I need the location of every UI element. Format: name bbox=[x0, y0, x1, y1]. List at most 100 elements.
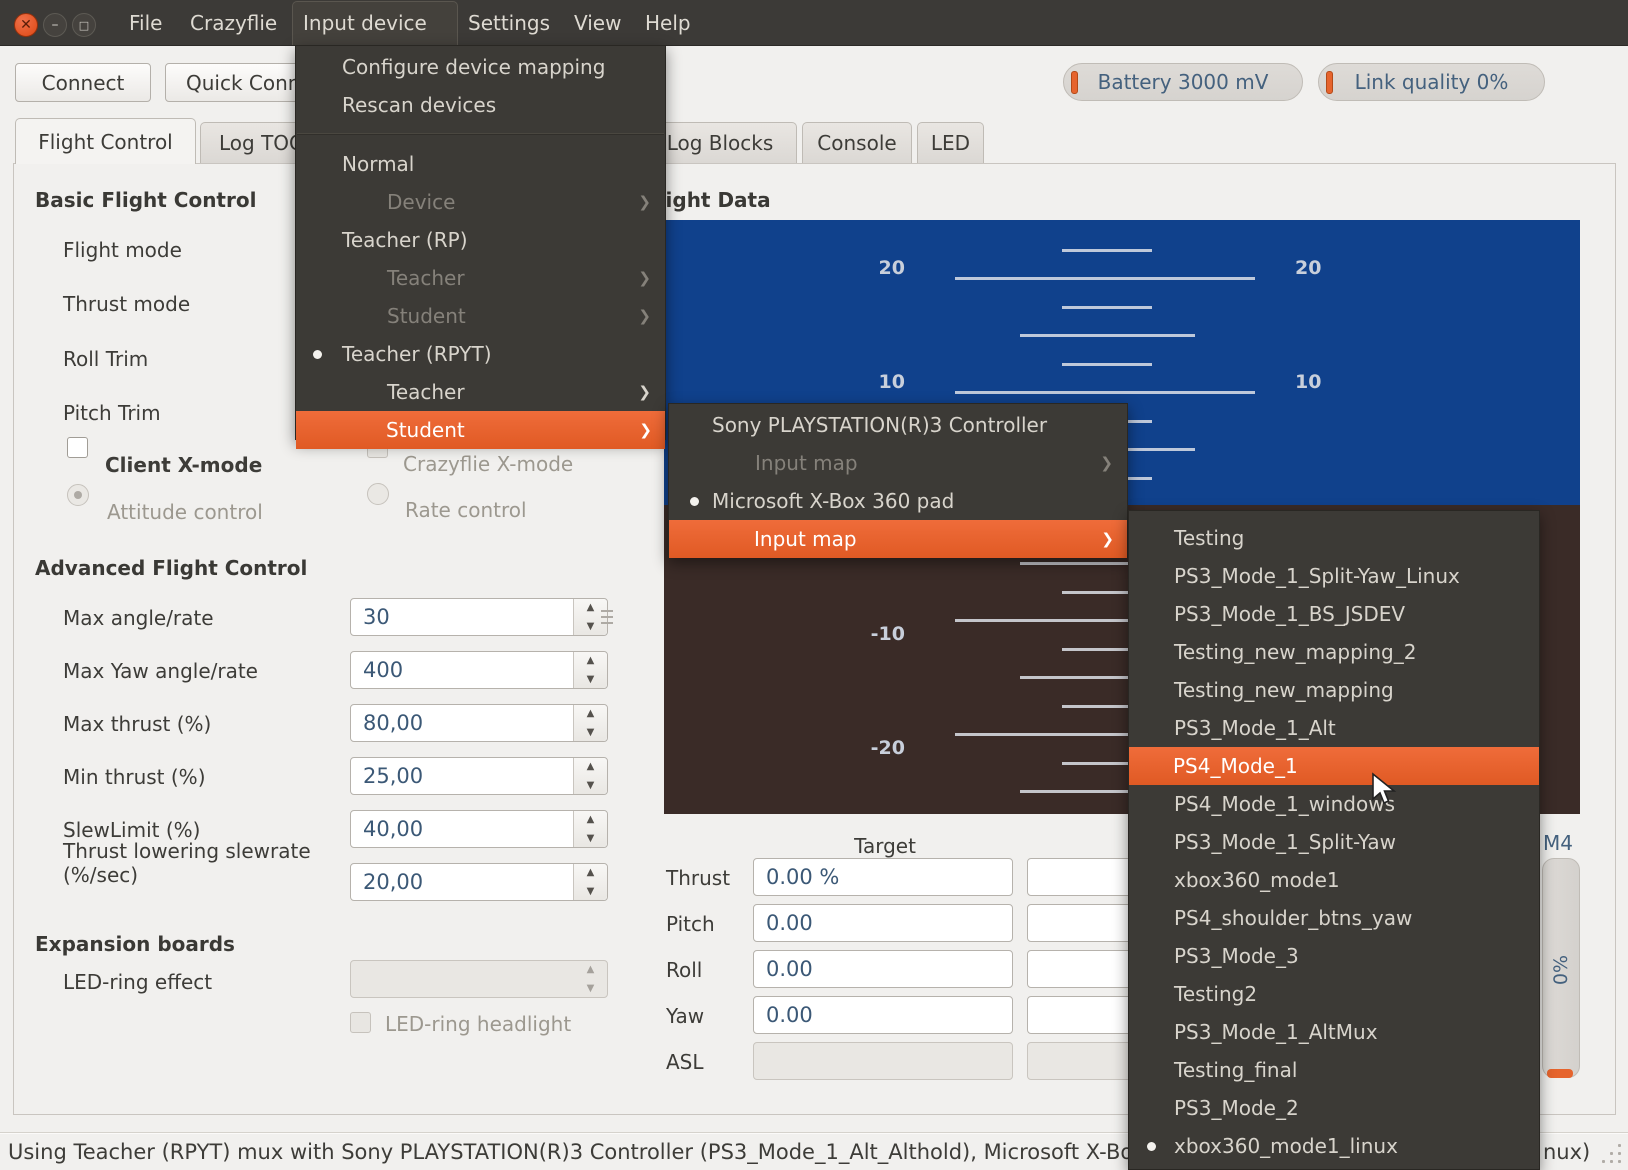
tab-log-blocks[interactable]: Log Blocks bbox=[643, 122, 797, 163]
menu-item-label: Testing_new_mapping_2 bbox=[1174, 640, 1416, 664]
target-roll-field[interactable]: 0.00 bbox=[753, 950, 1013, 988]
target-pitch-field[interactable]: 0.00 bbox=[753, 904, 1013, 942]
menu-item-ps4-mode-1-windows[interactable]: PS4_Mode_1_windows bbox=[1130, 785, 1538, 823]
menu-item-label: Device bbox=[387, 190, 455, 214]
menu-item-sony-playstation-r-3-controller[interactable]: Sony PLAYSTATION(R)3 Controller bbox=[670, 406, 1126, 444]
menu-item-label: PS3_Mode_1_Split-Yaw_Linux bbox=[1174, 564, 1460, 588]
spinbox-value: 40,00 bbox=[363, 817, 423, 841]
menu-item-label: PS4_shoulder_btns_yaw bbox=[1174, 906, 1412, 930]
spinner-buttons[interactable]: ▲▼ bbox=[573, 758, 607, 794]
student-device-submenu: Sony PLAYSTATION(R)3 Controller Input map… bbox=[668, 403, 1128, 558]
spinner-buttons[interactable]: ▲▼ bbox=[573, 811, 607, 847]
attitude-control-radio bbox=[67, 484, 89, 506]
menubar-item-settings[interactable]: Settings bbox=[468, 0, 550, 45]
menu-separator bbox=[297, 133, 664, 134]
target-row-label-yaw: Yaw bbox=[666, 1004, 704, 1028]
menu-item-ps3-mode-1-altmux[interactable]: PS3_Mode_1_AltMux bbox=[1130, 1013, 1538, 1051]
menu-item-ps3-mode-1-alt[interactable]: PS3_Mode_1_Alt bbox=[1130, 709, 1538, 747]
mouse-cursor bbox=[1371, 772, 1397, 806]
submenu-arrow-icon: ❯ bbox=[638, 383, 651, 401]
menu-item-label: Testing_final bbox=[1174, 1058, 1297, 1082]
tab-console[interactable]: Console bbox=[802, 122, 912, 163]
submenu-arrow-icon: ❯ bbox=[638, 269, 651, 287]
pitch-label-left: 10 bbox=[845, 371, 905, 393]
pitch-label-left: -10 bbox=[845, 623, 905, 645]
pitch-ladder-line bbox=[955, 277, 1255, 280]
advanced-spinbox-5[interactable]: 20,00 ▲▼ bbox=[350, 863, 608, 901]
led-ring-headlight-label: LED-ring headlight bbox=[385, 1012, 571, 1036]
link-level-bar bbox=[1326, 71, 1333, 94]
pitch-label-right: 10 bbox=[1295, 371, 1355, 393]
menu-item-xbox360-mode1-linux[interactable]: xbox360_mode1_linux bbox=[1130, 1127, 1538, 1165]
menu-item-teacher-rp-[interactable]: Teacher (RP) bbox=[297, 221, 664, 259]
advanced-spinbox-3[interactable]: 25,00 ▲▼ bbox=[350, 757, 608, 795]
advanced-label-2: Max thrust (%) bbox=[63, 712, 313, 736]
menu-item-student[interactable]: Student❯ bbox=[296, 411, 665, 449]
menu-item-ps3-mode-3[interactable]: PS3_Mode_3 bbox=[1130, 937, 1538, 975]
advanced-label-1: Max Yaw angle/rate bbox=[63, 659, 313, 683]
target-row-label-roll: Roll bbox=[666, 958, 702, 982]
menubar-item-file[interactable]: File bbox=[129, 0, 162, 45]
maximize-icon[interactable]: □ bbox=[72, 13, 96, 37]
menu-item-label: Testing bbox=[1174, 526, 1244, 550]
target-yaw-field[interactable]: 0.00 bbox=[753, 996, 1013, 1034]
menu-item-label: PS3_Mode_1_Split-Yaw bbox=[1174, 830, 1396, 854]
tab-flight-control[interactable]: Flight Control bbox=[15, 118, 196, 164]
spinner-buttons[interactable]: ▲▼ bbox=[573, 705, 607, 741]
advanced-flight-control-header: Advanced Flight Control bbox=[35, 556, 307, 580]
menu-item-ps4-mode-1[interactable]: PS4_Mode_1 bbox=[1129, 747, 1539, 785]
menu-item-xbox360-mode1[interactable]: xbox360_mode1 bbox=[1130, 861, 1538, 899]
menu-item-ps3-mode-1-bs-jsdev[interactable]: PS3_Mode_1_BS_JSDEV bbox=[1130, 595, 1538, 633]
submenu-arrow-icon: ❯ bbox=[638, 193, 651, 211]
menu-item-label: Teacher bbox=[387, 380, 465, 404]
spinbox-value: 80,00 bbox=[363, 711, 423, 735]
advanced-spinbox-0[interactable]: 30 ▲▼ bbox=[350, 598, 608, 636]
menu-item-student: Student❯ bbox=[297, 297, 664, 335]
target-thrust-field[interactable]: 0.00 % bbox=[753, 858, 1013, 896]
menu-item-normal[interactable]: Normal bbox=[297, 145, 664, 183]
menu-item-ps3-mode-1-split-yaw-linux[interactable]: PS3_Mode_1_Split-Yaw_Linux bbox=[1130, 557, 1538, 595]
menu-item-microsoft-x-box-360-pad[interactable]: Microsoft X-Box 360 pad bbox=[670, 482, 1126, 520]
spinner-buttons[interactable]: ▲▼ bbox=[573, 652, 607, 688]
submenu-arrow-icon: ❯ bbox=[638, 307, 651, 325]
close-icon[interactable]: ✕ bbox=[14, 13, 38, 37]
splitter-handle[interactable] bbox=[601, 610, 613, 626]
menu-item-testing-final[interactable]: Testing_final bbox=[1130, 1051, 1538, 1089]
advanced-spinbox-4[interactable]: 40,00 ▲▼ bbox=[350, 810, 608, 848]
menu-item-label: PS3_Mode_1_AltMux bbox=[1174, 1020, 1378, 1044]
basic-row-label-pitch-trim: Pitch Trim bbox=[63, 401, 161, 425]
rate-control-label: Rate control bbox=[405, 498, 527, 522]
menu-item-testing-new-mapping[interactable]: Testing_new_mapping bbox=[1130, 671, 1538, 709]
resize-grip[interactable] bbox=[1598, 1142, 1624, 1168]
radio-bullet-icon bbox=[313, 350, 322, 359]
menu-item-teacher[interactable]: Teacher ❯ bbox=[297, 373, 664, 411]
menubar-item-help[interactable]: Help bbox=[645, 0, 691, 45]
tab-led[interactable]: LED bbox=[917, 122, 984, 163]
menubar-item-view[interactable]: View bbox=[574, 0, 621, 45]
menu-item-ps3-mode-1-split-yaw[interactable]: PS3_Mode_1_Split-Yaw bbox=[1130, 823, 1538, 861]
advanced-spinbox-2[interactable]: 80,00 ▲▼ bbox=[350, 704, 608, 742]
menubar-item-crazyflie[interactable]: Crazyflie bbox=[190, 0, 277, 45]
menu-item-input-map[interactable]: Input map❯ bbox=[669, 520, 1127, 558]
menu-item-label: Input map bbox=[754, 527, 857, 551]
menu-item-label: Student bbox=[386, 418, 465, 442]
battery-level-bar bbox=[1071, 71, 1078, 94]
menu-item-teacher-rpyt-[interactable]: Teacher (RPYT) bbox=[297, 335, 664, 373]
spinner-buttons[interactable]: ▲▼ bbox=[573, 864, 607, 900]
menubar-item-input-device[interactable]: Input device bbox=[303, 0, 427, 45]
menu-item-label: Normal bbox=[342, 152, 414, 176]
menu-item-testing-new-mapping-2[interactable]: Testing_new_mapping_2 bbox=[1130, 633, 1538, 671]
menu-item-configure-device-mapping[interactable]: Configure device mapping bbox=[297, 48, 664, 86]
pitch-label-left: -20 bbox=[845, 737, 905, 759]
minimize-icon[interactable]: – bbox=[43, 13, 67, 37]
link-quality-indicator: Link quality 0% bbox=[1318, 63, 1545, 101]
advanced-spinbox-1[interactable]: 400 ▲▼ bbox=[350, 651, 608, 689]
menu-item-ps3-mode-2[interactable]: PS3_Mode_2 bbox=[1130, 1089, 1538, 1127]
client-xmode-checkbox[interactable] bbox=[67, 437, 88, 458]
menu-item-device: Device ❯ bbox=[297, 183, 664, 221]
menu-item-testing2[interactable]: Testing2 bbox=[1130, 975, 1538, 1013]
connect-button[interactable]: Connect bbox=[15, 63, 151, 102]
menu-item-ps4-shoulder-btns-yaw[interactable]: PS4_shoulder_btns_yaw bbox=[1130, 899, 1538, 937]
menu-item-testing[interactable]: Testing bbox=[1130, 519, 1538, 557]
menu-item-rescan-devices[interactable]: Rescan devices bbox=[297, 86, 664, 124]
